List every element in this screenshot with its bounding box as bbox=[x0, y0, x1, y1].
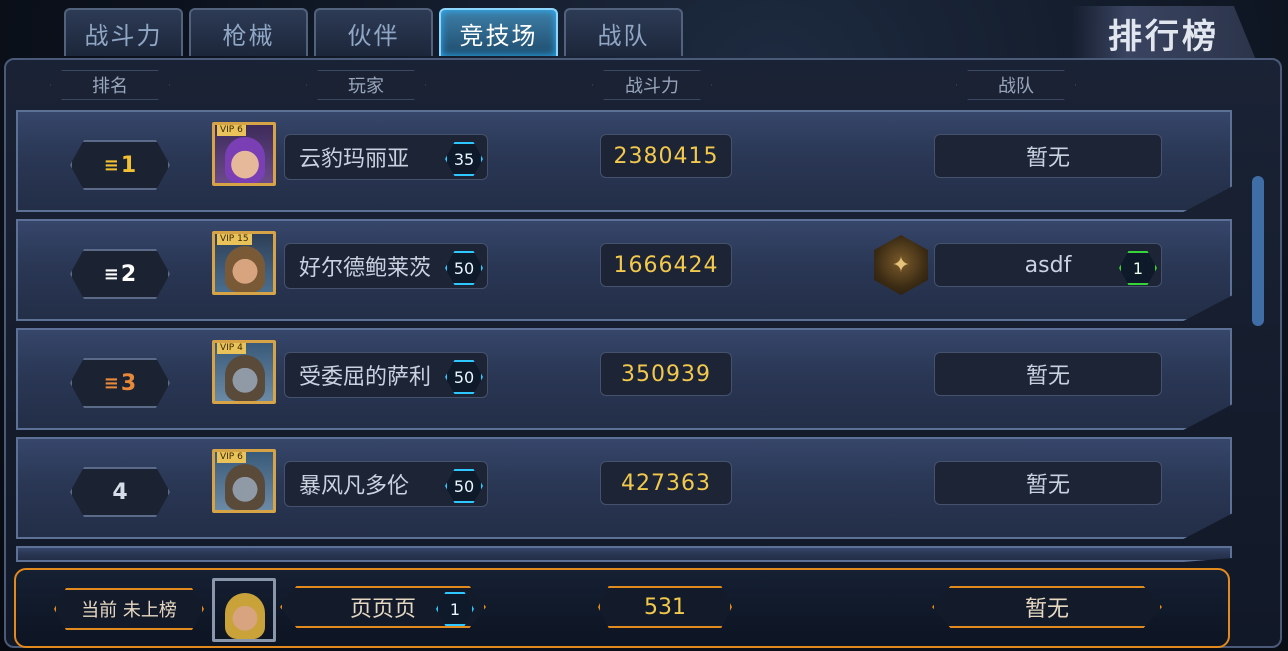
tab-combat-power[interactable]: 战斗力 bbox=[64, 8, 183, 56]
character-portrait bbox=[225, 593, 265, 639]
team-name-field: 暂无 bbox=[934, 134, 1162, 178]
rank-wings-icon: ≡ bbox=[103, 263, 119, 285]
vip-badge: VIP 15 bbox=[217, 234, 252, 245]
team-level-badge: 1 bbox=[1119, 251, 1157, 285]
tab-team[interactable]: 战队 bbox=[564, 8, 683, 56]
leaderboard-row[interactable]: ≡ 1 VIP 6 云豹玛丽亚 35 2380415 暂无 bbox=[16, 110, 1232, 212]
rank-badge: ≡ 2 bbox=[70, 249, 170, 299]
column-header-rank: 排名 bbox=[50, 70, 170, 100]
player-name-field: 云豹玛丽亚 35 bbox=[284, 134, 488, 180]
player-name-field: 好尔德鲍莱茨 50 bbox=[284, 243, 488, 289]
vip-badge: VIP 4 bbox=[217, 343, 246, 354]
player-level-badge: 50 bbox=[445, 469, 483, 503]
rank-wings-icon: ≡ bbox=[103, 372, 119, 394]
vip-badge: VIP 6 bbox=[217, 125, 246, 136]
player-name-field: 受委屈的萨利 50 bbox=[284, 352, 488, 398]
player-avatar[interactable]: VIP 6 bbox=[212, 122, 276, 186]
team-name-field: asdf 1 bbox=[934, 243, 1162, 287]
team-name-field: 暂无 bbox=[934, 461, 1162, 505]
leaderboard-row[interactable]: ≡ 3 VIP 4 受委屈的萨利 50 350939 暂无 bbox=[16, 328, 1232, 430]
tab-firearms[interactable]: 枪械 bbox=[189, 8, 308, 56]
rank-wings-icon: ≡ bbox=[103, 154, 119, 176]
my-avatar[interactable] bbox=[212, 578, 276, 642]
my-level-badge: 1 bbox=[436, 592, 474, 626]
player-level-badge: 50 bbox=[445, 251, 483, 285]
rank-badge: ≡ 3 bbox=[70, 358, 170, 408]
player-name-field: 暴风凡多伦 50 bbox=[284, 461, 488, 507]
column-header-power: 战斗力 bbox=[592, 70, 712, 100]
player-avatar[interactable]: VIP 6 bbox=[212, 449, 276, 513]
rank-badge: 4 bbox=[70, 467, 170, 517]
leaderboard-tabs: 战斗力 枪械 伙伴 竞技场 战队 bbox=[64, 8, 683, 60]
character-portrait bbox=[225, 246, 265, 292]
player-avatar[interactable]: VIP 4 bbox=[212, 340, 276, 404]
combat-power-value: 350939 bbox=[600, 352, 732, 396]
column-header-team: 战队 bbox=[956, 70, 1076, 100]
combat-power-value: 2380415 bbox=[600, 134, 732, 178]
scrollbar[interactable] bbox=[1252, 176, 1264, 326]
combat-power-value: 427363 bbox=[600, 461, 732, 505]
leaderboard-row[interactable]: 4 VIP 6 暴风凡多伦 50 427363 暂无 bbox=[16, 437, 1232, 539]
tab-partners[interactable]: 伙伴 bbox=[314, 8, 433, 56]
column-header-player: 玩家 bbox=[306, 70, 426, 100]
page-title: 排行榜 bbox=[1071, 6, 1256, 60]
tab-arena[interactable]: 竞技场 bbox=[439, 8, 558, 56]
my-team-field: 暂无 bbox=[932, 586, 1162, 628]
rank-badge: ≡ 1 bbox=[70, 140, 170, 190]
team-name-field: 暂无 bbox=[934, 352, 1162, 396]
my-ranking-bar: 当前 未上榜 页页页 1 531 暂无 bbox=[14, 568, 1230, 648]
combat-power-value: 1666424 bbox=[600, 243, 732, 287]
character-portrait bbox=[225, 137, 265, 183]
my-combat-power: 531 bbox=[598, 586, 732, 628]
player-avatar[interactable]: VIP 15 bbox=[212, 231, 276, 295]
character-portrait bbox=[225, 464, 265, 510]
vip-badge: VIP 6 bbox=[217, 452, 246, 463]
my-name-field: 页页页 1 bbox=[280, 586, 486, 628]
my-rank-status: 当前 未上榜 bbox=[54, 588, 204, 630]
player-level-badge: 35 bbox=[445, 142, 483, 176]
team-emblem-icon[interactable]: ✦ bbox=[874, 235, 928, 295]
player-level-badge: 50 bbox=[445, 360, 483, 394]
leaderboard-row-partial bbox=[16, 546, 1232, 562]
character-portrait bbox=[225, 355, 265, 401]
leaderboard-row[interactable]: ≡ 2 VIP 15 好尔德鲍莱茨 50 1666424 ✦ asdf 1 bbox=[16, 219, 1232, 321]
